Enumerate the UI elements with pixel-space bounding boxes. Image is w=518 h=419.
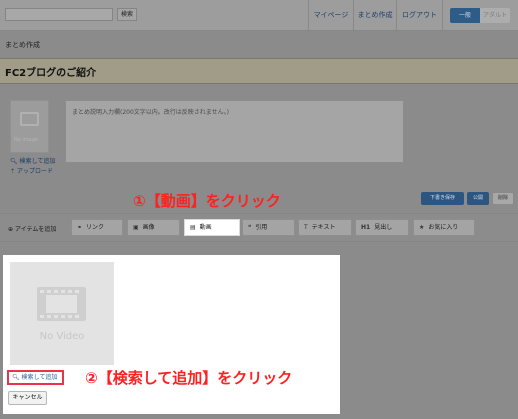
search-icon: 🔍︎ [12,374,22,381]
search-button[interactable]: 検索 [117,8,137,21]
star-icon: ★ [419,224,425,231]
add-item-text: アイテムを追加 [14,226,57,233]
delete-button[interactable]: 削除 [492,192,514,205]
add-favorite-button[interactable]: ★ お気に入り [413,219,475,236]
upload-label: アップロード [16,168,53,175]
cancel-button[interactable]: キャンセル [8,391,47,405]
add-item-label: ⊕ アイテムを追加 [8,224,56,233]
add-link-button[interactable]: ⚭ リンク [71,219,123,236]
quote-icon: ❝ [248,224,252,231]
plus-circle-icon: ⊕ [8,226,15,233]
search-input[interactable] [5,8,113,21]
add-link-label: リンク [86,224,105,231]
nav-create-matome-link[interactable]: まとめ作成 [353,0,396,31]
link-icon: ⚭ [77,224,83,231]
general-mode-button[interactable]: 一般 [450,8,480,23]
search-icon: 🔍︎ [10,158,20,165]
upload-link[interactable]: ⇡ アップロード [10,166,53,175]
thumbnail-search-add-link[interactable]: 🔍︎ 検索して追加 [10,156,55,165]
description-placeholder: まとめ説明入力欄(200文字以内。改行は反映されません。) [72,109,229,116]
text-icon: T [304,224,308,231]
no-image-label: No image [14,137,38,143]
upload-icon: ⇡ [10,168,17,175]
nav-mypage-link[interactable]: マイページ [308,0,353,31]
matome-title[interactable]: FC2ブログのご紹介 [5,64,96,79]
add-heading-button[interactable]: H1 見出し [355,219,409,236]
step2-callout: ②【検索して追加】をクリック [85,369,293,387]
add-video-button[interactable]: ▤ 動画 [184,219,240,236]
page-heading: まとめ作成 [5,41,40,49]
no-video-label: No Video [39,331,85,342]
add-text-button[interactable]: T テキスト [298,219,352,236]
add-heading-label: 見出し [374,224,393,231]
step1-callout: ①【動画】をクリック [133,192,281,210]
nav-logout-link[interactable]: ログアウト [396,0,443,31]
film-icon [37,287,86,321]
heading-icon: H1 [361,224,371,231]
image-icon: ▣ [133,224,139,231]
add-quote-button[interactable]: ❝ 引用 [242,219,295,236]
thumbnail-search-add-label: 検索して追加 [19,158,56,165]
add-text-label: テキスト [311,224,336,231]
thumbnail-placeholder[interactable] [10,100,49,153]
add-video-label: 動画 [199,224,212,231]
video-search-add-label: 検索して追加 [21,374,58,381]
add-image-label: 画像 [142,224,155,231]
film-icon: ▤ [190,224,196,231]
publish-button[interactable]: 公開 [467,192,489,205]
adult-mode-button[interactable]: アダルト [480,8,510,23]
image-placeholder-icon [20,112,39,126]
add-quote-label: 引用 [255,224,268,231]
save-draft-button[interactable]: 下書き保存 [421,192,464,205]
video-search-add-link[interactable]: 🔍︎ 検索して追加 [7,370,64,385]
add-favorite-label: お気に入り [428,224,459,231]
add-image-button[interactable]: ▣ 画像 [127,219,180,236]
